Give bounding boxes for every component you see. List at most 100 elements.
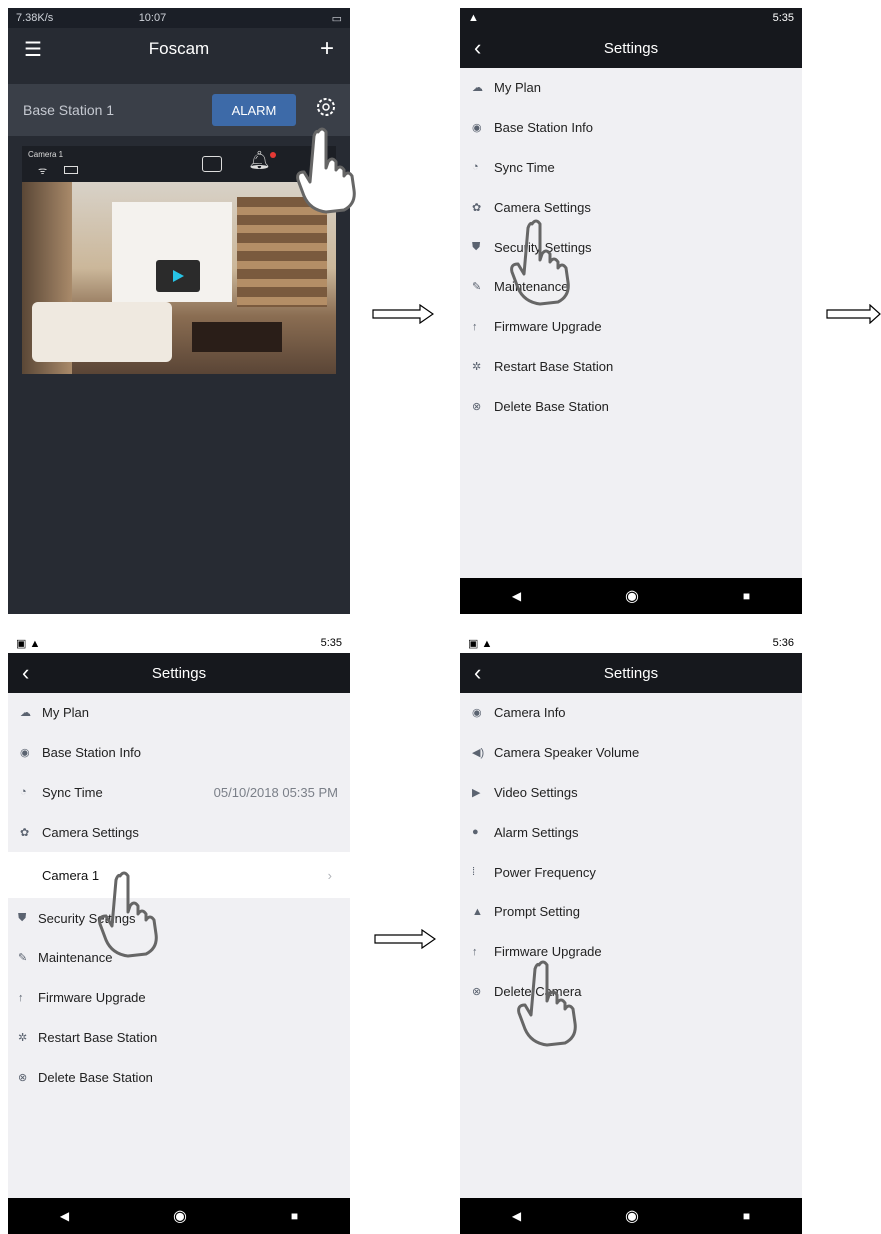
camera-settings-list: ◉ Camera Info ◀) Camera Speaker Volume ▶ Vi… [460,693,802,1012]
screen-camera-settings: ▣ ▲ 5:36 ‹ Settings ◉ Camera Info ◀) Camer… [460,633,802,1234]
back-icon[interactable]: ‹ [22,653,29,693]
back-icon[interactable]: ‹ [474,653,481,693]
page-title: Settings [603,664,659,682]
status-time: 5:35 [320,637,342,649]
android-nav-bar: ◀ ◉ ■ [8,1198,350,1234]
gear-icon: ✿ [472,201,482,214]
android-nav-bar: ◀ ◉ ■ [460,578,802,614]
record-icon[interactable] [202,156,222,172]
settings-header: ‹ Settings [460,28,802,68]
station-name: Base Station 1 [23,102,115,118]
delete-icon: ⊗ [18,1071,28,1084]
nav-recents-icon[interactable]: ■ [291,1209,298,1223]
station-icon: ◉ [20,747,30,760]
page-title: Settings [603,39,659,57]
status-bar: ▣ ▲ 5:35 [8,633,350,653]
camera-card[interactable]: Camera 1 ᯤ 🔔︎ [22,146,336,374]
list-item[interactable]: ⁞ Power Frequency [460,852,802,892]
warning-icon: ▲ [468,12,479,24]
list-item[interactable]: ✲ Restart Base Station [460,347,802,387]
sync-time-value: 05/10/2018 05:35 PM [213,784,338,800]
list-item[interactable]: ☁ My Plan [8,693,350,733]
status-time: 5:35 [772,12,794,24]
pointer-hand-icon [510,219,570,306]
nav-back-icon[interactable]: ◀ [512,589,521,603]
list-item[interactable]: ↑ Firmware Upgrade [460,307,802,347]
nav-recents-icon[interactable]: ■ [743,1209,750,1223]
nav-back-icon[interactable]: ◀ [512,1209,521,1223]
list-item[interactable]: ▶ Video Settings [460,773,802,813]
speaker-icon: ◀) [472,747,485,760]
pointer-hand-icon [296,127,356,214]
delete-icon: ⊗ [472,400,482,413]
page-title: Settings [151,664,207,682]
gear-icon[interactable] [315,96,337,123]
shield-icon: ⛊ [18,911,27,924]
network-speed: 7.38K/s [16,12,54,24]
app-title: Foscam [148,39,210,58]
warning-icon: ▲ [472,905,483,918]
wrench-icon: ✎ [18,952,28,965]
back-icon[interactable]: ‹ [474,28,481,68]
settings-header: ‹ Settings [460,653,802,693]
camera-preview[interactable] [22,182,336,374]
list-item[interactable]: ✲ Restart Base Station [8,1018,350,1058]
wifi-icon: ᯤ [38,166,48,177]
bell-icon[interactable]: 🔔︎ [248,150,271,171]
list-item[interactable]: ↑ Firmware Upgrade [460,932,802,972]
alarm-button[interactable]: ALARM [212,94,296,126]
frequency-icon: ⁞ [472,866,476,879]
list-item[interactable]: ⛊ Security Settings [8,898,350,938]
list-item[interactable]: ↑ Firmware Upgrade [8,978,350,1018]
arrow-up-icon: ↑ [472,945,478,958]
settings-list: ☁ My Plan ◉ Base Station Info ◔ Sync Time 05… [8,693,350,1098]
list-item[interactable]: ◔ Sync Time [460,148,802,188]
list-item[interactable]: ● Alarm Settings [460,812,802,852]
delete-icon: ⊗ [472,985,482,998]
list-item[interactable]: ◉ Base Station Info [460,108,802,148]
station-icon: ◉ [472,122,482,135]
screen-settings-expanded: ▣ ▲ 5:35 ‹ Settings ☁ My Plan ◉ Base Stati… [8,633,350,1234]
clock-icon: ◔ [20,786,27,799]
screen-settings: ▲ 5:35 ‹ Settings ☁ My Plan ◉ Base Station… [460,8,802,614]
list-item[interactable]: ⊗ Delete Camera [460,972,802,1012]
camera-1-item[interactable]: Camera 1 › [8,852,350,899]
list-item[interactable]: ⊗ Delete Base Station [8,1057,350,1097]
camera-name: Camera 1 [28,150,64,159]
list-item[interactable]: ✿ Camera Settings [8,812,350,852]
gear-icon: ✿ [20,826,30,839]
nav-back-icon[interactable]: ◀ [60,1209,69,1223]
nav-recents-icon[interactable]: ■ [743,589,750,603]
status-time: 10:07 [138,12,167,24]
list-item[interactable]: ◀) Camera Speaker Volume [460,733,802,773]
battery-icon: ▭ [331,12,342,25]
camera-bar: Camera 1 ᯤ 🔔︎ [22,146,336,182]
video-icon: ▶ [472,786,481,799]
list-item[interactable]: ✎ Maintenance [8,938,350,978]
warning-icon: ▣ ▲ [468,637,493,650]
arrow-up-icon: ↑ [472,320,478,333]
menu-icon[interactable]: ☰ [24,37,42,62]
list-item[interactable]: ◉ Base Station Info [8,733,350,773]
status-bar: ▣ ▲ 5:36 [460,633,802,653]
shield-icon: ⛊ [472,240,481,253]
arrow-right-icon [826,304,881,324]
list-item[interactable]: ⊗ Delete Base Station [460,386,802,426]
app-header: ☰ Foscam + [8,28,350,70]
nav-home-icon[interactable]: ◉ [625,586,639,606]
add-icon[interactable]: + [320,35,334,63]
pointer-hand-icon [517,960,577,1047]
play-icon[interactable] [156,260,200,292]
nav-home-icon[interactable]: ◉ [625,1206,639,1226]
nav-home-icon[interactable]: ◉ [173,1206,187,1226]
status-bar: ▲ 5:35 [460,8,802,28]
clock-icon: ◔ [472,161,479,174]
camera-info-icon: ◉ [472,707,482,720]
spinner-icon: ✲ [18,1031,28,1044]
list-item[interactable]: ☁ My Plan [460,68,802,108]
list-item[interactable]: ◉ Camera Info [460,693,802,733]
arrow-right-icon [372,304,434,324]
list-item[interactable]: ◔ Sync Time 05/10/2018 05:35 PM [8,773,350,813]
android-nav-bar: ◀ ◉ ■ [460,1198,802,1234]
list-item[interactable]: ▲ Prompt Setting [460,892,802,932]
